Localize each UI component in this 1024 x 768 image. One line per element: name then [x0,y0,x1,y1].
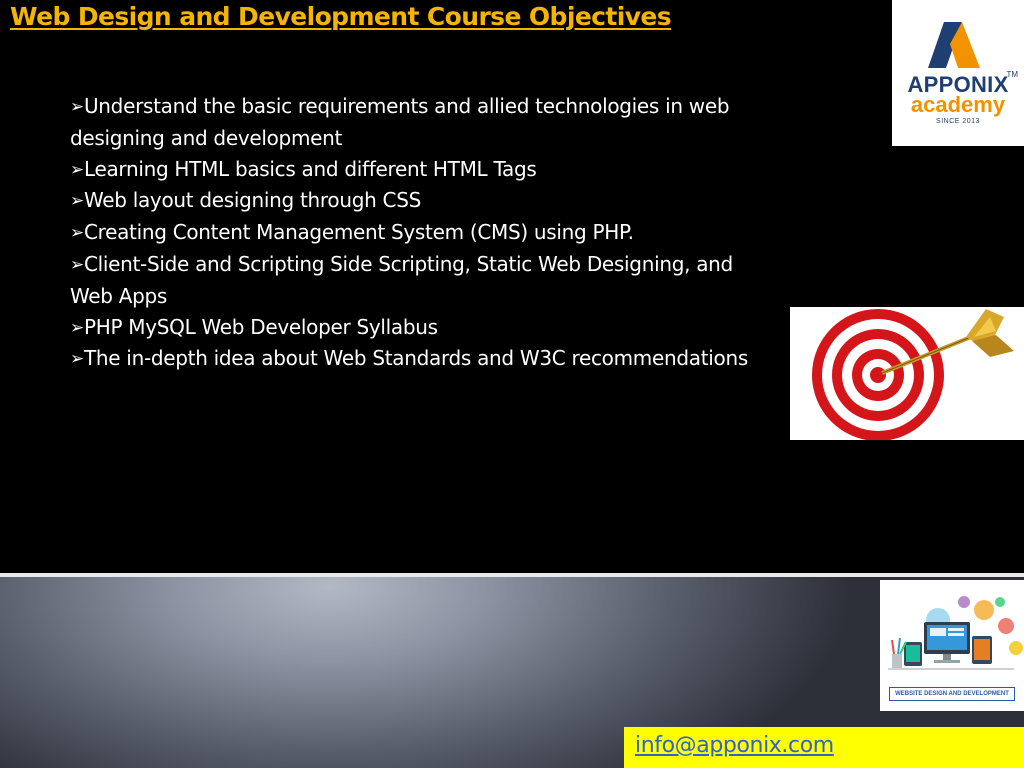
logo-subbrand-text: academy [910,92,1006,117]
target-image [790,307,1024,440]
arrow-bullet-icon: ➢ [70,223,84,244]
list-item: ➢Learning HTML basics and different HTML… [70,156,537,181]
slide-title: Web Design and Development Course Object… [10,2,672,31]
list-item: ➢Web layout designing through CSS [70,188,422,213]
list-item: ➢The in-depth idea about Web Standards a… [70,346,748,371]
list-item: ➢Creating Content Management System (CMS… [70,220,634,245]
arrow-bullet-icon: ➢ [70,97,84,117]
objectives-list: ➢Understand the basic requirements and a… [70,91,760,375]
web-design-image: WEBSITE DESIGN AND DEVELOPMENT [880,580,1024,711]
contact-box: info@apponix.com [624,727,1024,768]
arrow-bullet-icon: ➢ [70,317,84,338]
target-dart-icon [812,309,1014,440]
arrow-bullet-icon: ➢ [70,254,84,275]
logo-trademark: TM [1006,70,1018,79]
apponix-a-logo-icon [928,22,980,68]
email-link[interactable]: info@apponix.com [635,733,834,758]
list-item: ➢PHP MySQL Web Developer Syllabus [70,314,438,339]
arrow-bullet-icon: ➢ [70,159,84,180]
list-item: ➢Understand the basic requirements and a… [70,94,730,150]
apponix-logo: APPONIX TM academy SINCE 2013 [892,0,1024,146]
arrow-bullet-icon: ➢ [70,349,84,370]
web-design-caption: WEBSITE DESIGN AND DEVELOPMENT [889,687,1015,701]
list-item: ➢Client-Side and Scripting Side Scriptin… [70,251,733,308]
arrow-bullet-icon: ➢ [70,191,84,212]
logo-since-text: SINCE 2013 [936,118,980,125]
